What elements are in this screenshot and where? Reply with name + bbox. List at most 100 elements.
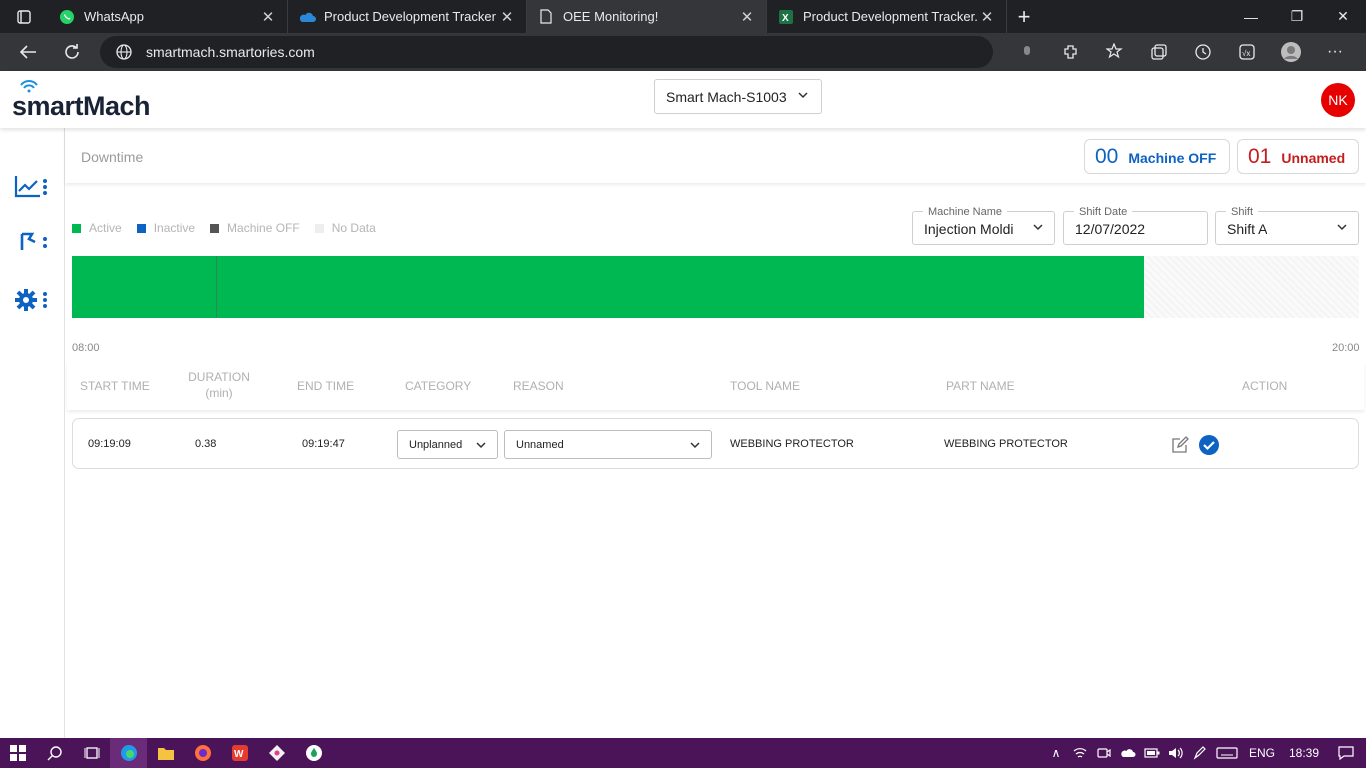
- windows-start-icon[interactable]: [0, 738, 36, 768]
- app-droplet-icon[interactable]: [295, 738, 332, 768]
- tab-whatsapp[interactable]: WhatsApp ✕: [48, 0, 288, 33]
- url-text: smartmach.smartories.com: [146, 44, 315, 60]
- machine-off-counter[interactable]: 00 Machine OFF: [1084, 139, 1230, 174]
- wifi-icon: [20, 80, 38, 93]
- machine-name-select[interactable]: Machine Name Injection Moldi: [912, 206, 1055, 245]
- sidebar-item-reports[interactable]: [14, 227, 50, 257]
- close-window-icon[interactable]: ✕: [1320, 0, 1366, 33]
- clock[interactable]: 18:39: [1282, 746, 1326, 760]
- language-indicator[interactable]: ENG: [1242, 746, 1282, 760]
- confirm-check-icon[interactable]: [1199, 435, 1219, 460]
- legend-label: No Data: [331, 221, 376, 235]
- meet-now-icon[interactable]: [1092, 738, 1116, 768]
- excel-icon: X: [777, 8, 795, 26]
- favorites-icon[interactable]: [1093, 33, 1137, 71]
- tab-product-tracker-excel[interactable]: X Product Development Tracker.xls ✕: [767, 0, 1007, 33]
- legend-no-data: No Data: [314, 221, 376, 235]
- category-select[interactable]: Unplanned: [397, 430, 498, 459]
- tab-close-icon[interactable]: ✕: [978, 8, 996, 26]
- chevron-down-icon: [690, 442, 700, 449]
- legend-active: Active: [72, 221, 122, 235]
- machine-name-value: Injection Moldi: [924, 221, 1014, 237]
- header-reason: REASON: [513, 379, 564, 393]
- smartmach-logo[interactable]: smartMach: [12, 79, 151, 121]
- collections-icon[interactable]: [1137, 33, 1181, 71]
- downtime-table-header: START TIME DURATION (min) END TIME CATEG…: [67, 362, 1364, 410]
- legend-label: Inactive: [153, 221, 196, 235]
- unnamed-counter[interactable]: 01 Unnamed: [1237, 139, 1359, 174]
- sidebar-item-analytics[interactable]: [14, 171, 50, 201]
- timeline-no-data-segment: [1144, 256, 1359, 318]
- url-input[interactable]: smartmach.smartories.com: [100, 36, 993, 68]
- pen-icon[interactable]: [1188, 738, 1212, 768]
- volume-icon[interactable]: [1164, 738, 1188, 768]
- tab-oee-monitoring[interactable]: OEE Monitoring! ✕: [527, 0, 767, 33]
- legend-swatch: [136, 223, 146, 233]
- edit-icon[interactable]: [1171, 436, 1189, 459]
- profile-icon[interactable]: [1269, 33, 1313, 71]
- legend-label: Machine OFF: [227, 221, 300, 235]
- reason-value: Unnamed: [516, 438, 564, 451]
- tab-close-icon[interactable]: ✕: [259, 8, 277, 26]
- cell-start-time: 09:19:09: [88, 438, 131, 450]
- shift-select[interactable]: Shift Shift A: [1215, 206, 1359, 245]
- legend-machine-off: Machine OFF: [210, 221, 300, 235]
- file-explorer-icon[interactable]: [147, 738, 184, 768]
- legend-label: Active: [89, 221, 122, 235]
- restore-icon[interactable]: ❐: [1274, 0, 1320, 33]
- cell-part-name: WEBBING PROTECTOR: [944, 438, 1068, 450]
- onedrive-tray-icon[interactable]: [1116, 738, 1140, 768]
- edge-icon[interactable]: [110, 738, 147, 768]
- cell-tool-name: WEBBING PROTECTOR: [730, 438, 854, 450]
- back-icon[interactable]: [6, 33, 50, 71]
- legend-swatch: [72, 223, 81, 233]
- svg-text:W: W: [234, 749, 244, 760]
- report-flag-icon: [20, 232, 47, 250]
- microphone-icon[interactable]: [1005, 33, 1049, 71]
- new-tab-button[interactable]: +: [1007, 4, 1041, 30]
- sidebar: [0, 128, 65, 738]
- machine-select[interactable]: Smart Mach-S1003: [654, 79, 822, 114]
- chevron-up-icon[interactable]: ∧: [1044, 738, 1068, 768]
- timeline-active-segment[interactable]: [72, 256, 1144, 318]
- browser-address-bar: smartmach.smartories.com √x ···: [0, 33, 1366, 71]
- notifications-icon[interactable]: [1326, 738, 1366, 768]
- browser-tab-bar: WhatsApp ✕ Product Development Tracker -…: [0, 0, 1366, 33]
- tab-close-icon[interactable]: ✕: [498, 8, 516, 26]
- cell-duration: 0.38: [195, 438, 217, 450]
- minimize-icon[interactable]: —: [1228, 0, 1274, 33]
- chevron-down-icon: [1033, 224, 1043, 231]
- tab-title: OEE Monitoring!: [563, 9, 659, 24]
- app-diamond-icon[interactable]: [258, 738, 295, 768]
- tab-close-icon[interactable]: ✕: [738, 8, 756, 26]
- battery-icon[interactable]: [1140, 738, 1164, 768]
- gear-icon: [15, 289, 47, 311]
- refresh-icon[interactable]: [50, 33, 94, 71]
- reason-select[interactable]: Unnamed: [504, 430, 712, 459]
- wps-office-icon[interactable]: W: [221, 738, 258, 768]
- tab-title: WhatsApp: [84, 9, 144, 24]
- task-view-icon[interactable]: [73, 738, 110, 768]
- chevron-down-icon: [798, 92, 808, 99]
- header-tool-name: TOOL NAME: [730, 379, 801, 393]
- more-options-icon[interactable]: ···: [1313, 33, 1357, 71]
- sidebar-item-settings[interactable]: [14, 285, 50, 315]
- cell-end-time: 09:19:47: [302, 438, 345, 450]
- history-icon[interactable]: [1181, 33, 1225, 71]
- math-solver-icon[interactable]: √x: [1225, 33, 1269, 71]
- header-part-name: PART NAME: [946, 379, 1015, 393]
- header-action: ACTION: [1242, 379, 1288, 393]
- page-subheader: Downtime 00 Machine OFF 01 Unnamed: [65, 128, 1366, 183]
- shift-date-picker[interactable]: Shift Date 12/07/2022: [1063, 206, 1208, 245]
- firefox-icon[interactable]: [184, 738, 221, 768]
- avatar[interactable]: NK: [1321, 83, 1355, 117]
- tab-actions-icon[interactable]: [0, 0, 48, 33]
- network-icon[interactable]: [1068, 738, 1092, 768]
- keyboard-icon[interactable]: [1212, 738, 1242, 768]
- table-row: 09:19:09 0.38 09:19:47 Unplanned Unnamed…: [72, 418, 1359, 469]
- search-icon[interactable]: [36, 738, 73, 768]
- machine-select-value: Smart Mach-S1003: [666, 88, 787, 105]
- tab-product-tracker-online[interactable]: Product Development Tracker - O ✕: [288, 0, 527, 33]
- extensions-icon[interactable]: [1049, 33, 1093, 71]
- timeline-end-label: 20:00: [1332, 342, 1360, 354]
